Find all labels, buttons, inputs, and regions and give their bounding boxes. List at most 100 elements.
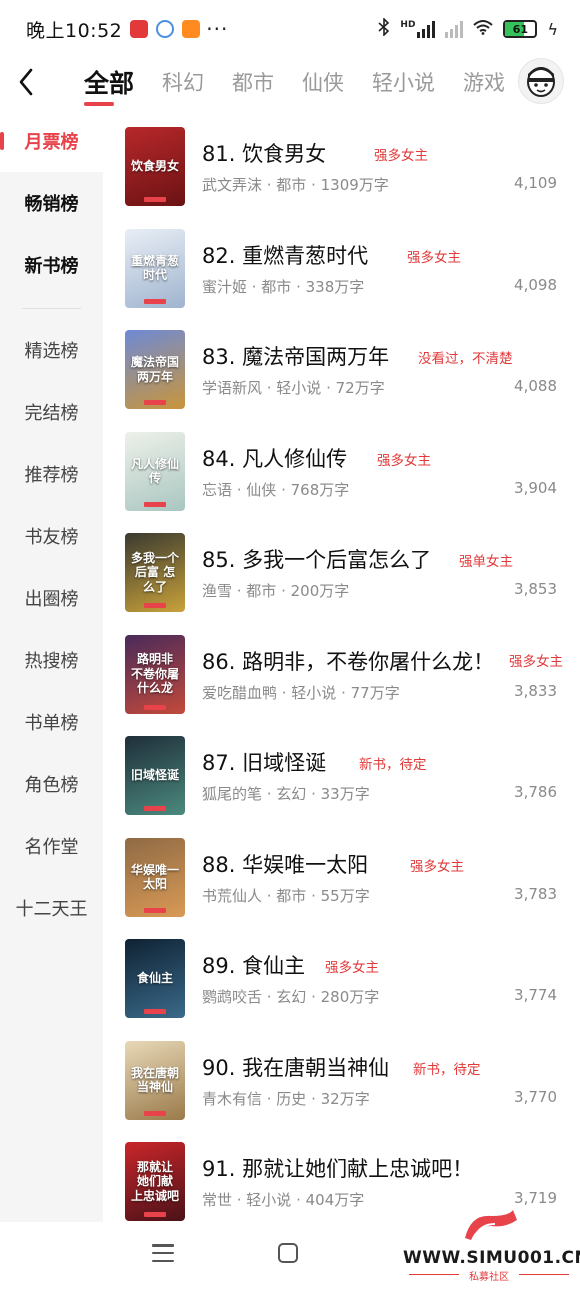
- book-cover[interactable]: 食仙主: [125, 939, 185, 1018]
- book-row[interactable]: 我在唐朝 当神仙 90. 我在唐朝当神仙 新书，待定 青木有信 · 历史 · 32万字…: [103, 1024, 580, 1126]
- book-row[interactable]: 路明非 不卷你屠什么龙 86. 路明非，不卷你屠什么龙！ 强多女主 爱吃醋血鸭 · 轻…: [103, 618, 580, 720]
- tab-category[interactable]: 都市: [232, 67, 274, 97]
- status-indicators: HD 61 ϟ: [378, 17, 558, 40]
- monthly-ticket-count: 3,853: [514, 580, 557, 598]
- publisher-badge: [144, 501, 166, 507]
- book-title[interactable]: 85. 多我一个后富怎么了: [202, 544, 431, 574]
- book-cover-title: 重燃青葱时代: [130, 253, 179, 282]
- sidebar-item-ranking[interactable]: 月票榜: [0, 110, 103, 172]
- sidebar-item-ranking[interactable]: 书友榜: [0, 505, 103, 567]
- book-cover[interactable]: 路明非 不卷你屠什么龙: [125, 634, 185, 714]
- sidebar-item-ranking[interactable]: 畅销榜: [0, 172, 103, 234]
- book-title[interactable]: 91. 那就让她们献上忠诚吧！: [202, 1153, 473, 1183]
- status-time: 晚上10:52: [26, 19, 123, 42]
- signal-icon-weak: [445, 20, 464, 38]
- book-cover[interactable]: 凡人修仙传: [125, 431, 185, 511]
- book-annotation: 没看过，不清楚: [418, 351, 513, 367]
- sidebar-item-ranking[interactable]: 书单榜: [0, 691, 103, 753]
- book-cover[interactable]: 多我一个 后富 怎么了: [125, 533, 185, 612]
- book-meta: 蜜汁姬 · 都市 · 338万字: [202, 277, 365, 296]
- ranking-sidebar: 月票榜 畅销榜 新书榜精选榜 完结榜 推荐榜 书友榜 出圈榜 热搜榜 书单榜 角色榜 名作堂 十二天王: [0, 110, 103, 1222]
- book-cover[interactable]: 饮食男女: [125, 127, 185, 206]
- home-button[interactable]: [278, 1243, 298, 1263]
- book-title[interactable]: 89. 食仙主: [202, 950, 305, 980]
- status-app-icons: [130, 20, 201, 38]
- book-cover-title: 那就让 她们献 上忠诚吧: [130, 1159, 179, 1203]
- book-row[interactable]: 凡人修仙传 84. 凡人修仙传 强多女主 忘语 · 仙侠 · 768万字 3,904: [103, 415, 580, 517]
- book-cover-title: 路明非 不卷你屠什么龙: [130, 652, 179, 696]
- network-type-label: HD: [400, 20, 416, 30]
- book-annotation: 强多女主: [374, 148, 428, 164]
- book-cover[interactable]: 旧域怪诞: [125, 736, 185, 815]
- book-cover-title: 饮食男女: [130, 159, 179, 174]
- sidebar-item-ranking[interactable]: 推荐榜: [0, 443, 103, 505]
- monthly-ticket-count: 4,098: [514, 275, 557, 294]
- publisher-badge: [144, 806, 166, 811]
- book-cover[interactable]: 魔法帝国 两万年: [125, 330, 185, 409]
- publisher-badge: [144, 907, 166, 913]
- book-row[interactable]: 重燃青葱时代 82. 重燃青葱时代 强多女主蜜汁姬 · 都市 · 338万字 4,09…: [103, 212, 580, 314]
- book-title[interactable]: 87. 旧域怪诞: [202, 747, 326, 777]
- book-cover-title: 我在唐朝 当神仙: [130, 1065, 179, 1094]
- monthly-ticket-count: 4,088: [514, 377, 557, 395]
- book-row[interactable]: 旧域怪诞 87. 旧域怪诞 新书，待定 狐尾的笔 · 玄幻 · 33万字 3,786: [103, 719, 580, 821]
- book-row[interactable]: 多我一个 后富 怎么了 85. 多我一个后富怎么了 强单女主渔雪 · 都市 · 20…: [103, 516, 580, 618]
- book-row[interactable]: 魔法帝国 两万年 83. 魔法帝国两万年 没看过，不清楚学语新风 · 轻小说 · 7…: [103, 313, 580, 415]
- book-title[interactable]: 83. 魔法帝国两万年: [202, 341, 389, 371]
- book-cover-title: 凡人修仙传: [130, 456, 179, 485]
- header: 全部 科幻 都市 仙侠 轻小说 游戏: [0, 58, 580, 106]
- monthly-ticket-count: 3,904: [514, 478, 557, 497]
- publisher-badge: [144, 1110, 166, 1116]
- book-meta: 学语新风 · 轻小说 · 72万字: [202, 379, 385, 397]
- book-cover[interactable]: 华娱唯一太阳: [125, 837, 185, 917]
- book-cover-title: 食仙主: [136, 971, 173, 986]
- book-title[interactable]: 90. 我在唐朝当神仙: [202, 1052, 389, 1082]
- sidebar-item-ranking[interactable]: 完结榜: [0, 381, 103, 443]
- monthly-ticket-count: 3,833: [514, 681, 557, 700]
- book-annotation: 强多女主: [377, 452, 431, 469]
- book-title[interactable]: 86. 路明非，不卷你屠什么龙！: [202, 646, 494, 676]
- watermark-subtitle: 私募社区: [469, 1272, 509, 1283]
- book-title[interactable]: 81. 饮食男女: [202, 138, 326, 168]
- publisher-badge: [144, 603, 166, 608]
- tab-category[interactable]: 游戏: [463, 67, 505, 97]
- book-meta: 鹦鹉咬舌 · 玄幻 · 280万字: [202, 988, 380, 1006]
- recent-apps-button[interactable]: [152, 1244, 174, 1262]
- book-title[interactable]: 88. 华娱唯一太阳: [202, 849, 368, 879]
- tab-category[interactable]: 轻小说: [372, 67, 435, 97]
- book-cover[interactable]: 我在唐朝 当神仙: [125, 1040, 185, 1120]
- status-bar: 晚上10:52 ··· HD 61 ϟ: [0, 0, 580, 58]
- book-title[interactable]: 84. 凡人修仙传: [202, 443, 347, 473]
- signal-icon: HD: [400, 20, 436, 38]
- book-cover-title: 魔法帝国 两万年: [130, 355, 179, 384]
- book-row[interactable]: 饮食男女 81. 饮食男女 强多女主 武文弄沫 · 都市 · 1309万字 4,109: [103, 110, 580, 212]
- tab-category[interactable]: 科幻: [162, 67, 204, 97]
- sidebar-item-ranking[interactable]: 名作堂: [0, 815, 103, 877]
- book-cover[interactable]: 重燃青葱时代: [125, 228, 185, 308]
- book-title[interactable]: 82. 重燃青葱时代: [202, 240, 368, 270]
- publisher-badge: [144, 1009, 166, 1014]
- book-row[interactable]: 食仙主 89. 食仙主 强多女主 鹦鹉咬舌 · 玄幻 · 280万字 3,774: [103, 922, 580, 1024]
- category-tabs: 全部 科幻 都市 仙侠 轻小说 游戏: [84, 58, 514, 106]
- book-annotation: 强多女主: [407, 249, 461, 266]
- book-row[interactable]: 华娱唯一太阳 88. 华娱唯一太阳 强多女主 书荒仙人 · 都市 · 55万字 3,78…: [103, 821, 580, 923]
- book-cover[interactable]: 那就让 她们献 上忠诚吧: [125, 1142, 185, 1221]
- tab-category[interactable]: 仙侠: [302, 67, 344, 97]
- sidebar-item-ranking[interactable]: 新书榜: [0, 234, 103, 296]
- book-meta: 狐尾的笔 · 玄幻 · 33万字: [202, 785, 370, 803]
- avatar[interactable]: [518, 58, 564, 104]
- sidebar-item-ranking[interactable]: 十二天王: [0, 877, 103, 939]
- wifi-icon: [473, 19, 494, 39]
- back-button[interactable]: [8, 62, 44, 102]
- tab-category[interactable]: 全部: [84, 64, 134, 106]
- book-meta: 渔雪 · 都市 · 200万字: [202, 582, 350, 600]
- sidebar-item-ranking[interactable]: 角色榜: [0, 753, 103, 815]
- book-cover-title: 多我一个 后富 怎么了: [130, 550, 179, 594]
- user-avatar-icon: [527, 67, 555, 97]
- sidebar-item-ranking[interactable]: 出圈榜: [0, 567, 103, 629]
- book-annotation: 强单女主: [459, 554, 513, 570]
- sidebar-item-ranking[interactable]: 精选榜: [0, 319, 103, 381]
- book-meta: 书荒仙人 · 都市 · 55万字: [202, 886, 370, 905]
- monthly-ticket-count: 4,109: [514, 174, 557, 192]
- sidebar-item-ranking[interactable]: 热搜榜: [0, 629, 103, 691]
